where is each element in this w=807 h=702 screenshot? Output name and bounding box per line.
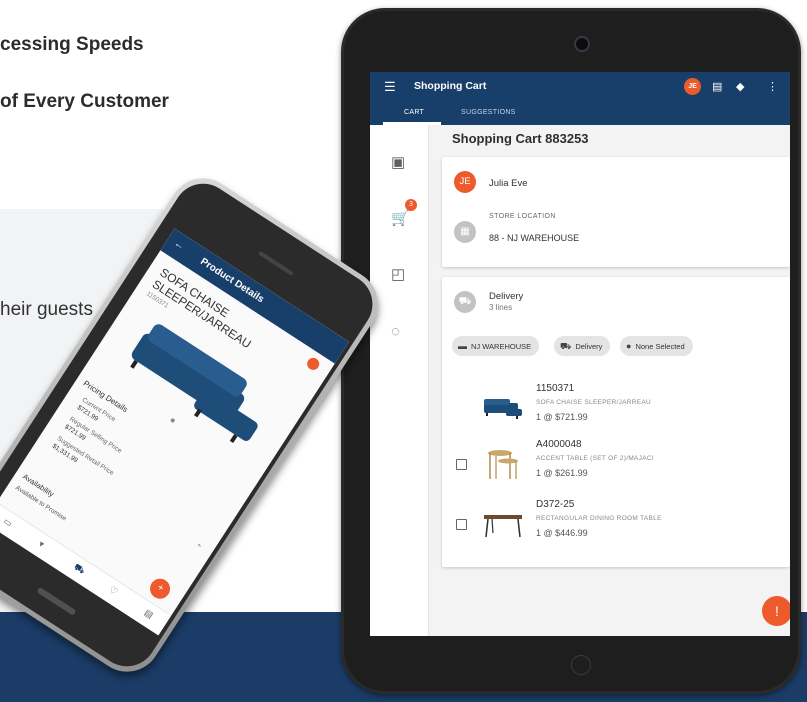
phone-charging-port [36, 586, 77, 616]
store-icon: ▦ [454, 221, 476, 243]
back-arrow-icon[interactable]: ← [172, 238, 186, 253]
contact-card-icon[interactable]: ▣ [391, 153, 405, 171]
sofa-thumbnail [484, 399, 522, 419]
nav-card-icon[interactable]: ▭ [1, 516, 15, 530]
tab-cart[interactable]: CART [404, 109, 424, 116]
cart-count-badge: 3 [405, 199, 417, 211]
customer-name[interactable]: Julia Eve [489, 178, 528, 189]
tag-icon[interactable]: ◆ [736, 80, 744, 93]
nav-cart-icon[interactable]: ▾ [36, 539, 46, 551]
cart-line-item[interactable]: A4000048 ACCENT TABLE (SET OF 2)/MAJACI … [442, 439, 790, 489]
tablet-home-button[interactable] [571, 655, 591, 675]
customer-card: JE Julia Eve ▦ STORE LOCATION 88 - NJ WA… [442, 157, 790, 267]
item-checkbox[interactable] [456, 459, 467, 470]
search-bag-icon[interactable]: ◰ [391, 265, 405, 283]
dining-table-thumbnail [484, 515, 522, 538]
side-rail: ▣ 🛒 ◰ ◌ [370, 125, 429, 636]
body-text-fragment: heir guests [0, 299, 93, 320]
chip-warehouse[interactable]: ▬ NJ WAREHOUSE [452, 336, 540, 356]
headline-line-2: of Every Customer [0, 91, 169, 112]
truck-small-icon: ⛟ [560, 341, 572, 351]
pricing-section-title: Pricing Details [81, 378, 130, 415]
truck-icon: ⛟ [454, 291, 476, 313]
app-title: Shopping Cart [414, 80, 487, 92]
item-price: 1 @ $446.99 [536, 528, 588, 538]
cart-icon[interactable]: 🛒 [391, 209, 410, 227]
item-checkbox[interactable] [456, 519, 467, 530]
chip-time-slot[interactable]: ● None Selected [620, 336, 693, 356]
chevron-up-icon[interactable]: ⌃ [193, 542, 204, 553]
menu-icon[interactable]: ☰ [384, 79, 396, 95]
delivery-card: ⛟ Delivery 3 lines ▬ NJ WAREHOUSE ⛟ Delive… [442, 277, 790, 567]
tablet-camera [574, 36, 590, 52]
cart-line-item[interactable]: D372-25 RECTANGULAR DINING ROOM TABLE 1 … [442, 499, 790, 549]
receipt-icon[interactable]: ▤ [712, 80, 722, 93]
user-avatar[interactable]: JE [684, 78, 701, 95]
tablet-screen: ☰ Shopping Cart JE ▤ ◆ ⋮ CART SUGGESTION… [370, 72, 790, 636]
item-description: SOFA CHAISE SLEEPER/JARREAU [536, 399, 652, 406]
item-sku: 1150371 [536, 383, 575, 394]
warehouse-icon: ▬ [458, 341, 467, 351]
item-price: 1 @ $721.99 [536, 412, 588, 422]
lightbulb-icon[interactable]: ◌ [391, 323, 400, 340]
more-vert-icon[interactable]: ⋮ [767, 80, 778, 93]
app-bar: ☰ Shopping Cart JE ▤ ◆ ⋮ [370, 72, 790, 102]
tab-suggestions[interactable]: SUGGESTIONS [461, 109, 516, 116]
page-title: Shopping Cart 883253 [452, 131, 589, 146]
item-description: ACCENT TABLE (SET OF 2)/MAJACI [536, 455, 654, 462]
item-description: RECTANGULAR DINING ROOM TABLE [536, 515, 662, 522]
nav-heart-icon[interactable]: ♡ [107, 584, 119, 598]
nav-list-icon[interactable]: ▤ [142, 607, 156, 621]
cart-line-item[interactable]: 1150371 SOFA CHAISE SLEEPER/JARREAU 1 @ … [442, 383, 790, 433]
delivery-title: Delivery [489, 291, 524, 302]
alert-fab-button[interactable]: ! [762, 596, 790, 626]
phone-speaker [258, 250, 294, 276]
carousel-indicator [169, 417, 176, 424]
chip-delivery[interactable]: ⛟ Delivery [554, 336, 611, 356]
store-location-label: STORE LOCATION [489, 213, 556, 220]
item-sku: D372-25 [536, 499, 575, 510]
customer-avatar[interactable]: JE [454, 171, 476, 193]
delivery-subtitle: 3 lines [489, 303, 513, 312]
location-pin-icon: ● [626, 341, 632, 351]
item-price: 1 @ $261.99 [536, 468, 588, 478]
item-sku: A4000048 [536, 439, 582, 450]
accent-table-thumbnail [488, 450, 518, 479]
store-location-value[interactable]: 88 - NJ WAREHOUSE [489, 233, 579, 243]
nav-truck-icon[interactable]: ⛟ [71, 561, 87, 577]
phone-add-to-cart-fab[interactable]: + [146, 574, 174, 603]
headline-line-1: cessing Speeds [0, 34, 144, 55]
